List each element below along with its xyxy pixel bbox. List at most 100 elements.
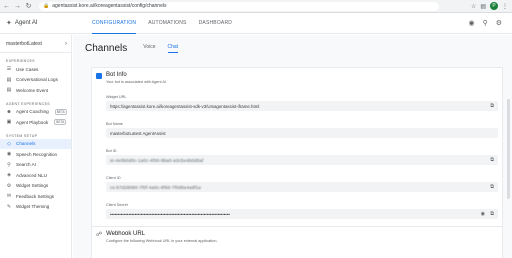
- lock-icon: 🔒: [43, 3, 50, 9]
- sidebar-item-welcome-event[interactable]: ▤ Welcome Event: [0, 85, 71, 96]
- sidebar-item-search-ai[interactable]: ⚲ Search AI: [0, 160, 71, 171]
- extensions-icon[interactable]: ▤: [480, 3, 486, 10]
- eye-icon[interactable]: ◉: [481, 211, 485, 217]
- field-label: Bot Name: [106, 122, 123, 126]
- widget-url-input[interactable]: https://agentassist.kore.ai/koreagentass…: [106, 101, 498, 111]
- book-icon: ▣: [6, 119, 12, 126]
- search-icon[interactable]: ⚲: [483, 19, 488, 27]
- sidebar-item-label: Search AI: [16, 162, 36, 168]
- scrollbar[interactable]: [507, 99, 510, 199]
- field-value: ••••••••••••••••••••••••••••••••••••••••…: [110, 211, 230, 217]
- mic-icon: ◉: [6, 151, 12, 158]
- settings-icon[interactable]: ⚙: [496, 19, 502, 27]
- webhook-title: Webhook URL: [106, 231, 145, 237]
- back-icon[interactable]: ←: [2, 2, 11, 11]
- channel-subtabs: Voice Chat: [143, 44, 179, 53]
- sidebar-item-label: Conversational Logs: [16, 77, 58, 83]
- list-icon: ☰: [6, 66, 12, 73]
- sidebar-item-agent-playbook[interactable]: ▣ Agent Playbook BETA: [0, 117, 71, 128]
- help-icon[interactable]: ◉: [468, 19, 474, 27]
- document-icon: ▤: [6, 76, 12, 83]
- channels-icon: ◇: [7, 140, 11, 147]
- tab-automations[interactable]: AUTOMATIONS: [148, 13, 186, 34]
- sidebar-item-use-cases[interactable]: ☰ Use Cases: [0, 64, 71, 75]
- bot-info-subtitle: Your bot is associated with Agent AI: [106, 80, 167, 84]
- sidebar-item-label: Widget Settings: [16, 183, 49, 189]
- field-value: st-4e0b0d0c-1a0c-4f00-9ba0-a3c5e4b0d0af: [110, 157, 204, 163]
- beta-badge: BETA: [54, 108, 67, 115]
- profile-avatar[interactable]: P: [490, 2, 498, 10]
- field-label: Bot ID: [106, 149, 117, 153]
- sidebar: masterbotLatest › EXPERIENCES ☰ Use Case…: [0, 35, 72, 258]
- brand-name: Agent AI: [14, 20, 38, 26]
- sidebar-item-agent-coaching[interactable]: ☻ Agent Coaching BETA: [0, 107, 71, 118]
- url-text: agentassist.kore.ai/koreagentassist/conf…: [52, 3, 167, 9]
- bot-selector-label: masterbotLatest: [6, 40, 42, 47]
- chevron-right-icon: ›: [65, 40, 67, 47]
- brush-icon: ✎: [6, 203, 12, 210]
- tab-configuration[interactable]: CONFIGURATION: [92, 13, 137, 34]
- copy-icon[interactable]: ⧉: [490, 103, 494, 109]
- webhook-subtitle: Configure the following Webhook URL in y…: [106, 239, 218, 243]
- browser-toolbar: ← → ↻ 🔒 agentassist.kore.ai/koreagentass…: [0, 0, 512, 13]
- field-label: Client Secret: [106, 203, 128, 207]
- webhook-card: ☍ Webhook URL Configure the following We…: [91, 226, 503, 258]
- feedback-icon: ✉: [6, 193, 12, 200]
- forward-icon[interactable]: →: [13, 2, 22, 11]
- client-id-field: Client ID cs-b7d28080-7f0f-4a0c-8f60-7f0…: [106, 176, 498, 192]
- widget-url-field: Widget URL https://agentassist.kore.ai/k…: [106, 95, 498, 111]
- tab-chat[interactable]: Chat: [167, 44, 179, 53]
- sidebar-item-label: Widget Theming: [16, 204, 50, 210]
- field-value: cs-b7d28080-7f0f-4a0c-8f60-7f0d0e4a8f1e: [110, 184, 202, 190]
- client-id-input[interactable]: cs-b7d28080-7f0f-4a0c-8f60-7f0d0e4a8f1e …: [106, 182, 498, 192]
- nlu-icon: ◈: [7, 172, 11, 179]
- bot-info-icon: [96, 73, 102, 79]
- client-secret-input[interactable]: ••••••••••••••••••••••••••••••••••••••••…: [106, 209, 498, 219]
- sidebar-item-label: Use Cases: [16, 66, 39, 72]
- sidebar-item-channels[interactable]: ◇ Channels: [0, 138, 71, 149]
- copy-icon[interactable]: ⧉: [490, 184, 494, 190]
- page-title: Channels: [85, 43, 128, 54]
- agent-ai-logo-icon: ✦: [6, 20, 12, 27]
- document-icon: ▤: [6, 87, 12, 94]
- bot-selector[interactable]: masterbotLatest ›: [0, 35, 71, 53]
- bot-name-input[interactable]: masterbotLatest AgentAssist: [106, 128, 498, 138]
- bot-info-card: Bot Info Your bot is associated with Age…: [91, 67, 503, 241]
- sidebar-item-label: Speech Recognition: [16, 151, 58, 157]
- sidebar-item-conversational-logs[interactable]: ▤ Conversational Logs: [0, 75, 71, 86]
- search-icon: ⚲: [7, 161, 11, 168]
- beta-badge: BETA: [54, 119, 67, 126]
- sidebar-item-label: Advanced NLU: [16, 172, 47, 178]
- app-header: ✦ Agent AI CONFIGURATION AUTOMATIONS DAS…: [0, 13, 512, 34]
- person-icon: ☻: [6, 108, 12, 115]
- sidebar-item-label: Feedback Settings: [16, 193, 55, 199]
- bot-name-field: Bot Name masterbotLatest AgentAssist: [106, 122, 498, 138]
- reload-icon[interactable]: ↻: [24, 2, 33, 11]
- bot-id-field: Bot ID st-4e0b0d0c-1a0c-4f00-9ba0-a3c5e4…: [106, 149, 498, 165]
- tab-dashboard[interactable]: DASHBOARD: [199, 13, 232, 34]
- section-title-agent-experiences: AGENT EXPERIENCES: [6, 101, 50, 106]
- field-label: Client ID: [106, 176, 121, 180]
- link-icon: ☍: [96, 232, 103, 238]
- menu-icon[interactable]: ⋮: [502, 3, 508, 10]
- main-content: Channels Voice Chat Bot Info Your bot is…: [73, 35, 512, 258]
- copy-icon[interactable]: ⧉: [490, 157, 494, 163]
- sidebar-item-label: Agent Playbook: [16, 119, 49, 125]
- field-label: Widget URL: [106, 95, 127, 99]
- star-icon[interactable]: ☆: [471, 3, 476, 10]
- sidebar-item-label: Agent Coaching: [16, 109, 49, 115]
- client-secret-field: Client Secret ••••••••••••••••••••••••••…: [106, 203, 498, 219]
- field-value: https://agentassist.kore.ai/koreagentass…: [110, 103, 260, 109]
- section-title-experiences: EXPERIENCES: [6, 59, 35, 63]
- sidebar-item-feedback-settings[interactable]: ✉ Feedback Settings: [0, 191, 71, 202]
- address-bar[interactable]: 🔒 agentassist.kore.ai/koreagentassist/co…: [39, 1, 439, 11]
- sidebar-item-advanced-nlu[interactable]: ◈ Advanced NLU: [0, 170, 71, 181]
- sidebar-item-widget-settings[interactable]: ⚙ Widget Settings: [0, 181, 71, 192]
- bot-id-input[interactable]: st-4e0b0d0c-1a0c-4f00-9ba0-a3c5e4b0d0af …: [106, 155, 498, 165]
- tab-voice[interactable]: Voice: [143, 44, 155, 53]
- gear-icon: ⚙: [6, 182, 12, 189]
- sidebar-item-speech-recognition[interactable]: ◉ Speech Recognition: [0, 149, 71, 160]
- sidebar-item-label: Channels: [16, 141, 36, 147]
- copy-icon[interactable]: ⧉: [490, 211, 494, 217]
- sidebar-item-widget-theming[interactable]: ✎ Widget Theming: [0, 202, 71, 213]
